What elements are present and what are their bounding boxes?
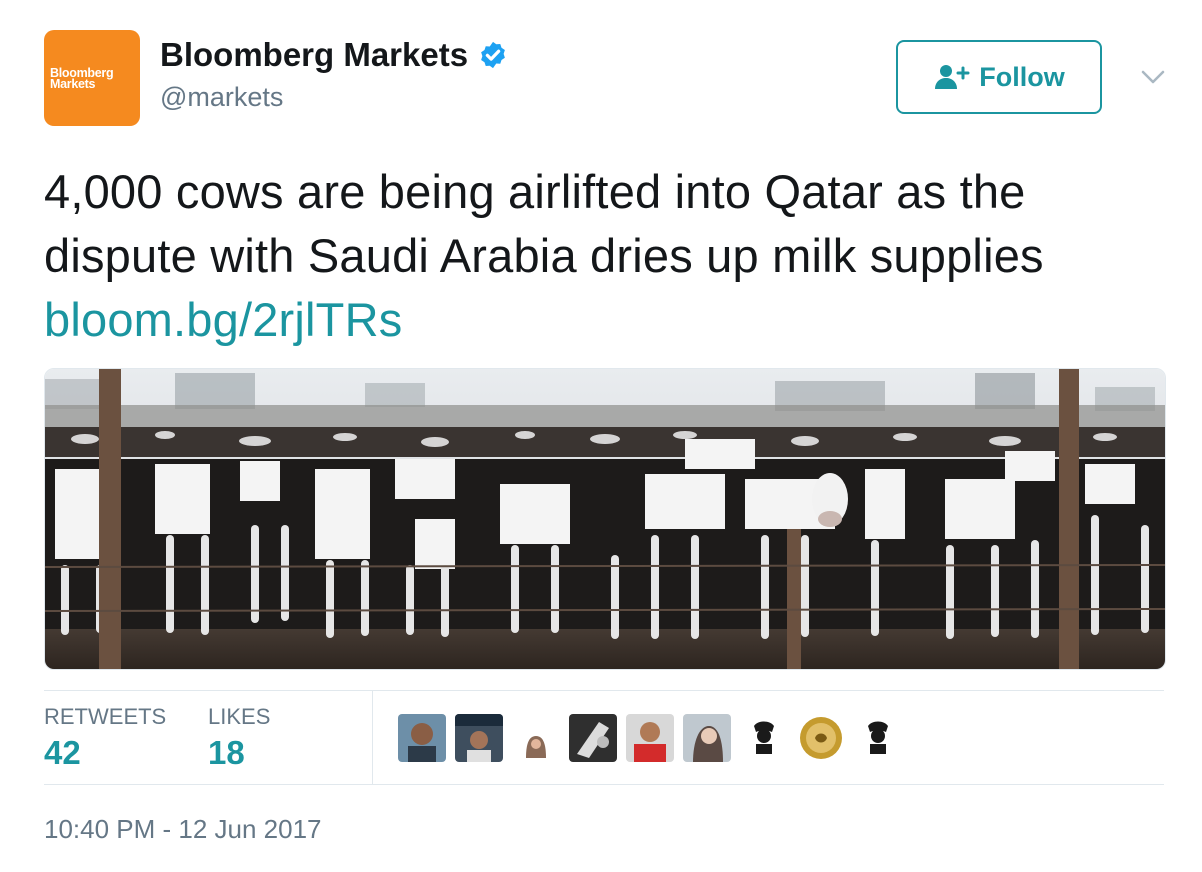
tweet-link[interactable]: bloom.bg/2rjlTRs [44,293,402,346]
stats-vertical-divider [372,690,373,784]
stats-top-divider [44,690,1164,691]
tweet-body: 4,000 cows are being airlifted into Qata… [44,165,1044,282]
tweet-photo[interactable] [44,368,1166,670]
liker-avatars [398,714,902,762]
retweets-label[interactable]: RETWEETS [44,704,166,730]
liker-avatar[interactable] [569,714,617,762]
follow-label: Follow [979,61,1065,92]
likes-label[interactable]: LIKES [208,704,270,730]
follow-button[interactable]: Follow [896,40,1102,114]
liker-avatar[interactable] [683,714,731,762]
tweet-text: 4,000 cows are being airlifted into Qata… [44,160,1174,352]
author-display-name[interactable]: Bloomberg Markets [160,36,468,74]
likes-count[interactable]: 18 [208,734,245,772]
stats-bottom-divider [44,784,1164,785]
author-handle[interactable]: @markets [160,82,283,113]
liker-avatar[interactable] [854,714,902,762]
verified-badge-icon [481,41,505,69]
liker-avatar[interactable] [398,714,446,762]
author-avatar[interactable]: Bloomberg Markets [44,30,140,126]
retweets-count[interactable]: 42 [44,734,81,772]
liker-avatar[interactable] [740,714,788,762]
liker-seal-logo[interactable] [797,714,845,762]
avatar-logo-line-2: Markets [50,77,96,91]
liker-avatar[interactable] [626,714,674,762]
liker-avatar[interactable] [455,714,503,762]
cows-photo-illustration [45,369,1165,669]
liker-avatar[interactable] [512,714,560,762]
add-user-icon [935,65,970,89]
tweet-timestamp[interactable]: 10:40 PM - 12 Jun 2017 [44,814,322,845]
author-name-row[interactable]: Bloomberg Markets [160,36,508,74]
avatar-logo-text: Bloomberg Markets [50,67,114,91]
chevron-down-icon[interactable] [1140,68,1166,86]
